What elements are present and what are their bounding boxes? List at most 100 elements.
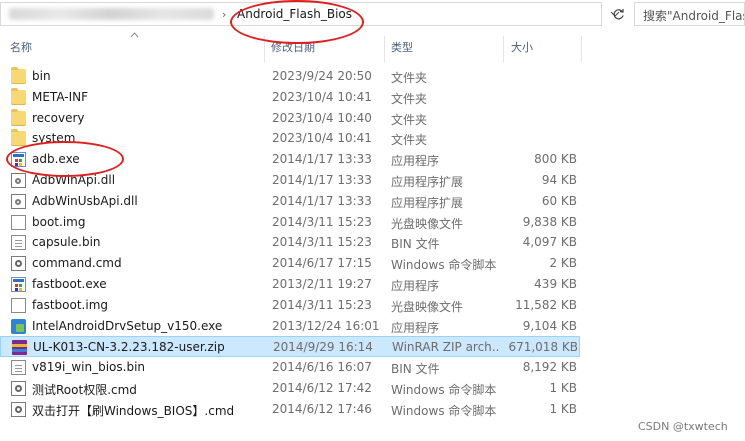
file-row[interactable]: fastboot.exe 2013/2/11 19:27 应用程序 439 KB xyxy=(0,274,580,295)
file-name: fastboot.exe xyxy=(32,277,107,291)
file-size: 8,192 KB xyxy=(522,360,577,374)
file-row[interactable]: IntelAndroidDrvSetup_v150.exe 2013/12/24 … xyxy=(0,316,580,337)
disc-image-icon xyxy=(11,215,26,230)
column-header-size[interactable]: 大小 xyxy=(511,39,533,55)
file-type: 文件夹 xyxy=(391,113,428,127)
file-name: command.cmd xyxy=(32,256,122,270)
file-row[interactable]: META-INF 2023/10/4 10:41 文件夹 xyxy=(0,87,580,108)
folder-icon xyxy=(11,67,26,84)
file-name: capsule.bin xyxy=(32,235,101,249)
file-modified-date: 2014/6/16 16:07 xyxy=(272,360,372,374)
column-divider[interactable] xyxy=(384,36,385,62)
file-row[interactable]: AdbWinUsbApi.dll 2014/1/17 13:33 应用程序扩展 60 … xyxy=(0,191,580,212)
application-icon xyxy=(11,277,26,292)
file-row[interactable]: v819i_win_bios.bin 2014/6/16 16:07 BIN 文件 8… xyxy=(0,357,580,378)
file-modified-date: 2014/1/17 13:33 xyxy=(272,152,372,166)
file-row[interactable]: capsule.bin 2014/3/11 15:23 BIN 文件 4,097 KB xyxy=(0,232,580,253)
file-type: BIN 文件 xyxy=(391,237,440,251)
document-icon xyxy=(11,360,26,375)
cmd-script-icon xyxy=(11,256,26,271)
file-row[interactable]: bin 2023/9/24 20:50 文件夹 xyxy=(0,66,580,87)
file-type: Windows 命令脚本 xyxy=(391,383,497,397)
file-size: 9,838 KB xyxy=(522,215,577,229)
file-size: 94 KB xyxy=(541,173,577,187)
file-type: 应用程序 xyxy=(391,321,440,335)
file-modified-date: 2023/9/24 20:50 xyxy=(272,69,372,83)
file-type: 文件夹 xyxy=(391,92,428,106)
file-size: 60 KB xyxy=(541,194,577,208)
file-type: 应用程序扩展 xyxy=(391,175,464,189)
file-type: 应用程序扩展 xyxy=(391,196,464,210)
winrar-archive-icon xyxy=(12,340,27,355)
file-row[interactable]: boot.img 2014/3/11 15:23 光盘映像文件 9,838 KB xyxy=(0,212,580,233)
file-size: 4,097 KB xyxy=(522,235,577,249)
installer-icon xyxy=(11,319,26,334)
file-modified-date: 2014/6/12 17:46 xyxy=(272,402,372,416)
file-row[interactable]: command.cmd 2014/6/17 17:15 Windows 命令脚本 2 … xyxy=(0,253,580,274)
file-type: 文件夹 xyxy=(391,133,428,147)
file-name: UL-K013-CN-3.2.23.182-user.zip xyxy=(33,340,225,354)
column-header-type[interactable]: 类型 xyxy=(391,39,413,55)
annotation-circle-folder-name xyxy=(230,0,364,44)
file-modified-date: 2014/3/11 15:23 xyxy=(272,235,372,249)
file-modified-date: 2023/10/4 10:41 xyxy=(272,131,372,145)
file-size: 439 KB xyxy=(534,277,577,291)
file-size: 1 KB xyxy=(549,381,577,395)
cmd-script-icon xyxy=(11,381,26,396)
file-type: 应用程序 xyxy=(391,154,440,168)
annotation-circle-adb-exe xyxy=(6,141,124,177)
file-name: 测试Root权限.cmd xyxy=(32,383,137,397)
file-modified-date: 2014/3/11 15:23 xyxy=(272,215,372,229)
file-modified-date: 2013/12/24 16:01 xyxy=(272,319,380,333)
column-header-row: 名称 修改日期 类型 大小 xyxy=(0,32,745,62)
dll-icon xyxy=(11,194,26,209)
file-modified-date: 2023/10/4 10:41 xyxy=(272,90,372,104)
file-name: boot.img xyxy=(32,215,86,229)
file-size: 800 KB xyxy=(534,152,577,166)
file-row[interactable]: 双击打开【刷Windows_BIOS】.cmd 2014/6/12 17:46 Wi… xyxy=(0,399,580,420)
breadcrumb-separator-icon: › xyxy=(222,8,227,21)
file-name: recovery xyxy=(32,111,85,125)
file-type: 文件夹 xyxy=(391,71,428,85)
file-type: Windows 命令脚本 xyxy=(391,404,497,418)
file-modified-date: 2014/1/17 13:33 xyxy=(272,194,372,208)
file-size: 11,582 KB xyxy=(515,298,577,312)
file-row[interactable]: fastboot.img 2014/3/11 15:23 光盘映像文件 11,582 … xyxy=(0,295,580,316)
file-name: AdbWinUsbApi.dll xyxy=(32,194,138,208)
file-name: fastboot.img xyxy=(32,298,108,312)
file-type: BIN 文件 xyxy=(391,362,440,376)
file-modified-date: 2023/10/4 10:40 xyxy=(272,111,372,125)
watermark: CSDN @txwtech xyxy=(638,420,728,433)
file-row[interactable]: 测试Root权限.cmd 2014/6/12 17:42 Windows 命令脚本 1… xyxy=(0,378,580,399)
column-divider[interactable] xyxy=(581,36,582,62)
file-modified-date: 2013/2/11 19:27 xyxy=(272,277,372,291)
dll-icon xyxy=(11,173,26,188)
file-modified-date: 2014/6/17 17:15 xyxy=(272,256,372,270)
cmd-script-icon xyxy=(11,402,26,417)
file-size: 2 KB xyxy=(549,256,577,270)
file-name: META-INF xyxy=(32,90,89,104)
blurred-path-segments xyxy=(9,8,214,20)
file-row[interactable]: recovery 2023/10/4 10:40 文件夹 xyxy=(0,108,580,129)
folder-icon xyxy=(11,129,26,146)
search-input[interactable]: 搜索"Android_Flas xyxy=(634,2,745,26)
column-header-name[interactable]: 名称 xyxy=(10,39,32,55)
file-name: IntelAndroidDrvSetup_v150.exe xyxy=(32,319,223,333)
file-type: 光盘映像文件 xyxy=(391,300,464,314)
file-modified-date: 2014/1/17 13:33 xyxy=(272,173,372,187)
file-size: 9,104 KB xyxy=(522,319,577,333)
file-type: 应用程序 xyxy=(391,279,440,293)
file-row[interactable]: UL-K013-CN-3.2.23.182-user.zip 2014/9/29 … xyxy=(0,336,580,357)
file-size: 1 KB xyxy=(549,402,577,416)
file-modified-date: 2014/9/29 16:14 xyxy=(273,340,373,354)
file-modified-date: 2014/3/11 15:23 xyxy=(272,298,372,312)
document-icon xyxy=(11,235,26,250)
column-divider[interactable] xyxy=(503,36,504,62)
sort-ascending-icon xyxy=(130,31,139,41)
file-type: Windows 命令脚本 xyxy=(391,258,497,272)
disc-image-icon xyxy=(11,298,26,313)
file-name: 双击打开【刷Windows_BIOS】.cmd xyxy=(32,404,235,418)
refresh-icon[interactable] xyxy=(607,2,629,26)
folder-icon xyxy=(11,88,26,105)
file-type: WinRAR ZIP arch... xyxy=(392,340,500,354)
